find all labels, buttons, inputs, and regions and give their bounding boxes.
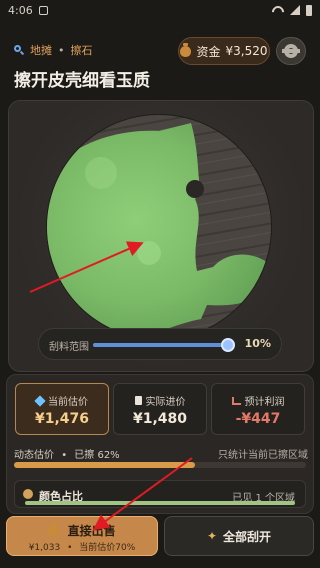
sell-directly-button[interactable]: 直接出售 ¥1,033 • 当前估价70% xyxy=(6,516,158,556)
stat-actual-cost[interactable]: 实际进价 ¥1,480 xyxy=(113,383,207,435)
stat-expected-profit[interactable]: 预计利润 -¥447 xyxy=(211,383,305,435)
scrape-range-fill xyxy=(93,343,228,347)
dynamic-estimate-sep: • xyxy=(61,450,68,461)
wifi-icon xyxy=(272,6,284,15)
stat-expected-profit-label: 预计利润 xyxy=(244,397,285,408)
stat-current-estimate[interactable]: 当前估价 ¥1,476 xyxy=(15,383,109,435)
status-left: 4:06 xyxy=(8,4,48,17)
receipt-icon xyxy=(134,396,142,405)
jade-highlight-2 xyxy=(137,241,161,265)
dynamic-estimate-row: 动态估价 • 已擦 62% 只统计当前已擦区域 xyxy=(14,446,308,461)
gear-icon xyxy=(282,44,300,58)
dynamic-estimate-scraped: 已擦 62% xyxy=(74,450,120,461)
sell-sep: • xyxy=(67,543,73,553)
status-bar: 4:06 xyxy=(0,0,320,20)
breadcrumb-item-scrape: 擦石 xyxy=(70,44,93,57)
scrape-range-thumb[interactable] xyxy=(220,338,235,352)
page-title: 擦开皮壳细看玉质 xyxy=(14,71,150,91)
sell-ratio: 当前估价70% xyxy=(79,543,136,553)
dynamic-estimate-note: 只统计当前已擦区域 xyxy=(218,450,308,461)
notification-icon xyxy=(38,5,48,15)
breadcrumb-separator: • xyxy=(58,43,65,57)
stat-actual-cost-label: 实际进价 xyxy=(145,397,186,408)
stat-actual-cost-label-row: 实际进价 xyxy=(114,393,206,408)
breadcrumb: 地摊 • 擦石 xyxy=(14,42,93,58)
color-ratio-bar xyxy=(25,501,295,505)
stat-expected-profit-label-row: 预计利润 xyxy=(212,393,304,408)
funds-value: ¥3,520 xyxy=(225,44,268,58)
sell-directly-title: 直接出售 xyxy=(7,522,157,539)
stat-current-estimate-label: 当前估价 xyxy=(48,397,88,408)
stat-expected-profit-value: -¥447 xyxy=(235,411,281,427)
jade-highlight xyxy=(85,157,117,189)
estimate-progress-fill xyxy=(14,462,196,468)
scrape-all-button[interactable]: ✦ 全部刮开 xyxy=(164,516,314,556)
status-right xyxy=(272,4,312,16)
scrape-range-control: 刮料范围 10% xyxy=(38,328,282,360)
scrape-all-label: 全部刮开 xyxy=(223,529,272,544)
scrape-range-value: 10% xyxy=(244,337,271,350)
color-ratio-section[interactable]: 颜色占比 已见 1 个区域 xyxy=(14,480,306,508)
money-bag-icon xyxy=(180,42,192,57)
search-icon xyxy=(14,45,24,55)
shell-hole xyxy=(186,180,204,198)
funds-label: 资金 xyxy=(196,44,221,59)
gem-icon xyxy=(34,394,46,407)
scrape-range-slider[interactable] xyxy=(93,338,235,352)
status-time: 4:06 xyxy=(8,3,33,17)
palette-icon xyxy=(23,489,33,499)
estimate-progress-track xyxy=(14,462,306,468)
stat-current-estimate-label-row: 当前估价 xyxy=(16,393,108,408)
breadcrumb-item-market: 地摊 xyxy=(30,44,52,57)
stat-current-estimate-value: ¥1,476 xyxy=(34,411,90,427)
money-bag-icon xyxy=(48,522,60,536)
battery-icon xyxy=(306,4,312,16)
sell-price: ¥1,033 xyxy=(28,543,61,553)
dynamic-estimate-label: 动态估价 xyxy=(14,450,54,461)
stat-actual-cost-value: ¥1,480 xyxy=(132,411,188,427)
chart-icon xyxy=(231,396,241,405)
settings-button[interactable] xyxy=(276,37,306,65)
sparkle-icon: ✦ xyxy=(206,529,218,543)
sell-directly-label: 直接出售 xyxy=(67,524,116,538)
dynamic-estimate-left: 动态估价 • 已擦 62% xyxy=(14,446,120,461)
signal-icon xyxy=(290,5,300,15)
sell-directly-subtitle: ¥1,033 • 当前估价70% xyxy=(7,540,157,553)
scrape-range-label: 刮料范围 xyxy=(49,342,89,353)
funds-badge[interactable]: 资金 ¥3,520 xyxy=(178,37,270,65)
